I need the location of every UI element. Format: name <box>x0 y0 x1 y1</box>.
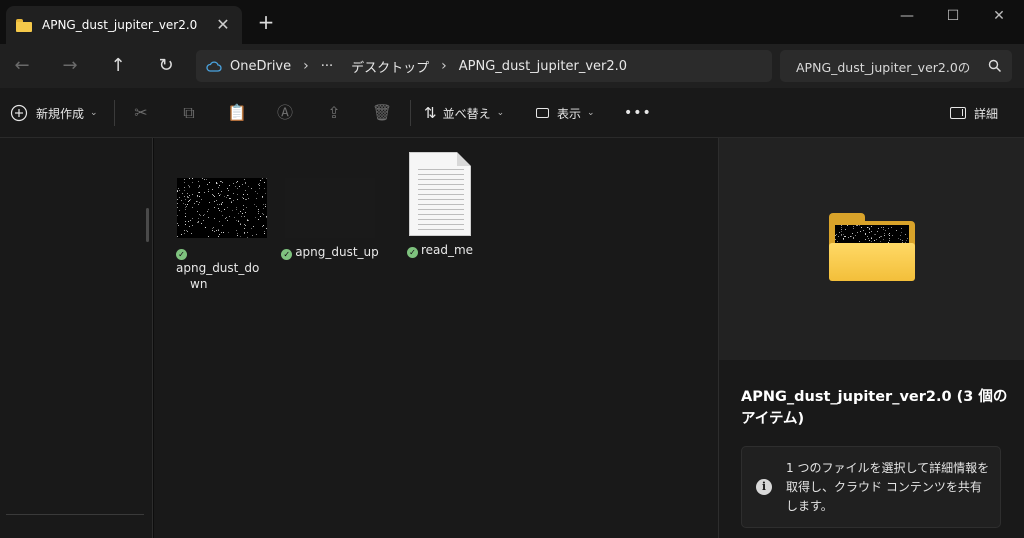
file-label: ✓ read_me <box>390 242 490 258</box>
paste-icon[interactable]: 📋 <box>226 102 248 124</box>
details-pane-button[interactable]: 詳細 <box>950 101 998 125</box>
chevron-down-icon: ⌄ <box>496 108 505 118</box>
sort-label: 並べ替え <box>442 106 491 121</box>
breadcrumb-root[interactable]: OneDrive <box>230 59 291 74</box>
refresh-button[interactable]: ↻ <box>152 52 180 80</box>
breadcrumb-separator: › <box>441 58 447 74</box>
close-window-button[interactable]: ✕ <box>976 0 1022 32</box>
folder-icon <box>829 213 915 281</box>
tab-title: APNG_dust_jupiter_ver2.0 <box>42 18 198 32</box>
command-bar: 新規作成 ⌄ ✂ ⧉ 📋 Ⓐ ⇪ 🗑 ⇅ 並べ替え ⌄ 表示 ⌄ ••• 詳細 <box>0 88 1024 138</box>
sort-icon: ⇅ <box>424 104 437 122</box>
file-label: ✓apng_dust_do wn <box>176 249 260 291</box>
breadcrumb-separator: › <box>303 58 309 74</box>
dark-image-thumbnail <box>285 178 375 238</box>
delete-icon[interactable]: 🗑 <box>371 102 393 124</box>
cloud-icon <box>206 61 222 72</box>
plus-circle-icon <box>10 104 28 122</box>
back-button[interactable]: ← <box>8 52 36 80</box>
maximize-button[interactable]: ☐ <box>930 0 976 32</box>
chevron-down-icon: ⌄ <box>587 108 595 118</box>
cut-icon[interactable]: ✂ <box>130 102 152 124</box>
address-bar-row: ← → ↑ ↻ OneDrive › ··· デスクトップ › APNG_dus… <box>0 44 1024 88</box>
text-document-thumbnail <box>409 152 471 236</box>
details-pane-icon <box>950 107 966 119</box>
breadcrumb-more[interactable]: ··· <box>321 59 333 74</box>
forward-button[interactable]: → <box>56 52 84 80</box>
preview-area <box>719 138 1024 360</box>
sort-button[interactable]: ⇅ 並べ替え ⌄ <box>424 101 504 125</box>
search-placeholder: APNG_dust_jupiter_ver2.0の <box>796 59 971 75</box>
breadcrumb-item-desktop[interactable]: デスクトップ <box>351 57 429 76</box>
file-item-apng-dust-down[interactable]: ✓apng_dust_do wn <box>172 178 272 292</box>
file-item-apng-dust-up[interactable]: ✓ apng_dust_up <box>280 178 380 260</box>
divider <box>114 100 115 126</box>
file-label: ✓ apng_dust_up <box>280 244 380 260</box>
sync-check-icon: ✓ <box>406 247 418 258</box>
new-button[interactable]: 新規作成 ⌄ <box>10 101 98 125</box>
breadcrumb[interactable]: OneDrive › ··· デスクトップ › APNG_dust_jupite… <box>196 50 772 82</box>
view-button[interactable]: 表示 ⌄ <box>536 101 595 125</box>
details-info-box: i 1 つのファイルを選択して詳細情報を取得し、クラウド コンテンツを共有します… <box>741 446 1001 528</box>
folder-icon <box>16 18 32 32</box>
tab-close-button[interactable]: ✕ <box>214 16 232 34</box>
search-input[interactable]: APNG_dust_jupiter_ver2.0の <box>780 50 1012 82</box>
breadcrumb-item-folder[interactable]: APNG_dust_jupiter_ver2.0 <box>459 59 627 74</box>
new-label: 新規作成 <box>36 106 85 121</box>
share-icon[interactable]: ⇪ <box>323 102 345 124</box>
tab-active[interactable]: APNG_dust_jupiter_ver2.0 ✕ <box>6 6 242 44</box>
sync-check-icon: ✓ <box>176 249 187 260</box>
nav-scrollbar[interactable] <box>146 208 149 242</box>
view-icon <box>536 108 549 118</box>
search-icon <box>988 59 1002 73</box>
new-tab-button[interactable]: + <box>256 12 276 32</box>
details-info-text: 1 つのファイルを選択して詳細情報を取得し、クラウド コンテンツを共有します。 <box>786 461 990 513</box>
more-options-button[interactable]: ••• <box>624 101 652 125</box>
details-pane: APNG_dust_jupiter_ver2.0 (3 個のアイテム) i 1 … <box>718 138 1024 538</box>
navigation-pane[interactable] <box>0 138 153 538</box>
details-label: 詳細 <box>974 106 999 121</box>
file-item-read-me[interactable]: ✓ read_me <box>390 152 490 258</box>
info-icon: i <box>756 479 772 495</box>
view-label: 表示 <box>557 106 582 121</box>
copy-icon[interactable]: ⧉ <box>178 102 200 124</box>
nav-divider <box>6 514 144 515</box>
divider <box>410 100 411 126</box>
rename-icon[interactable]: Ⓐ <box>274 102 296 124</box>
sync-check-icon: ✓ <box>281 249 293 260</box>
title-bar: APNG_dust_jupiter_ver2.0 ✕ + — ☐ ✕ <box>0 0 1024 44</box>
chevron-down-icon: ⌄ <box>90 108 98 118</box>
dust-image-thumbnail <box>177 178 267 238</box>
up-button[interactable]: ↑ <box>104 52 132 80</box>
file-list[interactable]: ✓apng_dust_do wn ✓ apng_dust_up ✓ read_me <box>154 138 718 538</box>
details-title: APNG_dust_jupiter_ver2.0 (3 個のアイテム) <box>741 389 1008 427</box>
minimize-button[interactable]: — <box>884 0 930 32</box>
